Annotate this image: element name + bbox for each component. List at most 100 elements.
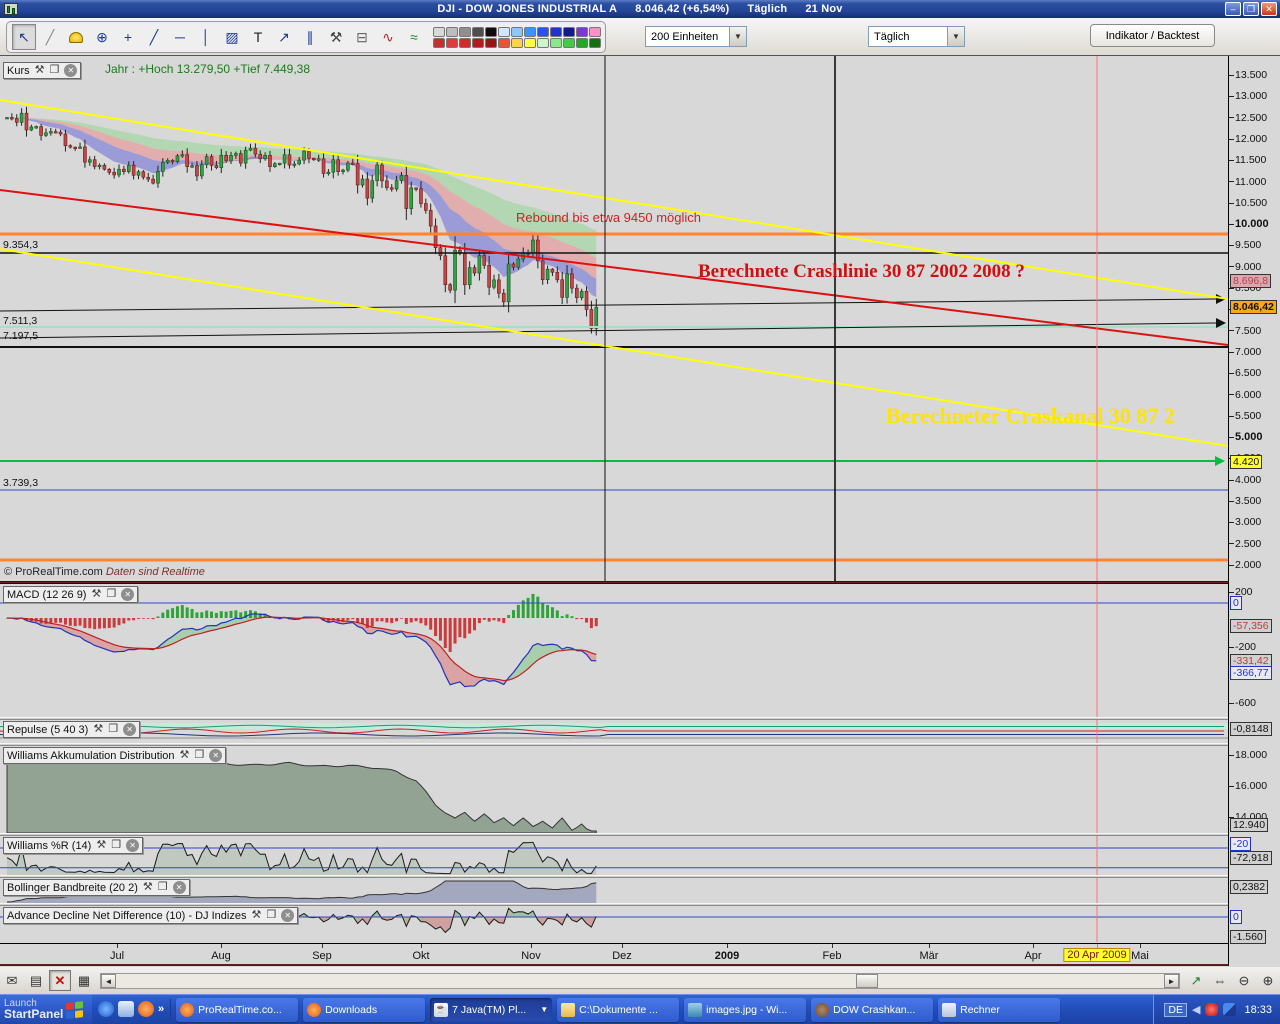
zoom-tool-icon[interactable]: ⊕ (90, 24, 114, 50)
macd-chart[interactable] (0, 584, 1228, 717)
color-swatch[interactable] (511, 27, 523, 37)
units-select[interactable]: 200 Einheiten ▼ (645, 26, 747, 47)
close-panel-icon[interactable]: ✕ (121, 588, 134, 601)
color-swatch[interactable] (459, 27, 471, 37)
wrench-icon[interactable]: ⚒ (93, 722, 103, 737)
color-swatch[interactable] (550, 27, 562, 37)
color-swatch[interactable] (433, 38, 445, 48)
windows-explorer-icon[interactable] (118, 1001, 134, 1017)
segment-tool-icon[interactable]: ─ (168, 24, 192, 50)
taskbar-button[interactable]: ☕7 Java(TM) Pl...▼ (430, 998, 552, 1022)
taskbar-button[interactable]: images.jpg - Wi... (684, 998, 806, 1022)
color-swatch[interactable] (472, 38, 484, 48)
period-select[interactable]: Täglich ▼ (868, 26, 965, 47)
zoom-fit-icon[interactable]: ⇔ (1209, 970, 1231, 991)
detach-window-icon[interactable]: ❐ (194, 748, 204, 763)
wrench-icon[interactable]: ⚒ (180, 748, 190, 763)
detach-window-icon[interactable]: ❐ (111, 838, 121, 853)
vertical-line-tool-icon[interactable]: │ (194, 24, 218, 50)
scroll-left-icon[interactable]: ◄ (101, 974, 116, 988)
color-swatch[interactable] (524, 38, 536, 48)
wrench-icon[interactable]: ⚒ (91, 587, 101, 602)
close-panel-icon[interactable]: ✕ (64, 64, 77, 77)
color-swatch[interactable] (589, 27, 601, 37)
close-panel-icon[interactable]: ✕ (126, 839, 139, 852)
repulse-chart[interactable] (0, 720, 1228, 743)
color-swatch[interactable] (446, 38, 458, 48)
detach-red-icon[interactable]: ✕ (49, 970, 71, 991)
color-swatch[interactable] (498, 27, 510, 37)
security-shield-icon[interactable] (1205, 1003, 1218, 1016)
tools-settings-icon[interactable]: ⚒ (324, 24, 348, 50)
color-swatch[interactable] (433, 27, 445, 37)
scrollbar-thumb[interactable] (856, 974, 878, 988)
scroll-right-icon[interactable]: ► (1164, 974, 1179, 988)
color-swatch[interactable] (498, 38, 510, 48)
new-window-icon[interactable]: ✉ (1, 970, 23, 991)
start-button[interactable]: LaunchStartPanel (0, 995, 92, 1024)
detach-window-icon[interactable]: ❐ (106, 587, 116, 602)
axis-setup-icon[interactable]: ↗ (1185, 970, 1207, 991)
internet-explorer-icon[interactable] (98, 1001, 114, 1017)
color-swatch[interactable] (576, 27, 588, 37)
taskbar-button[interactable]: ProRealTime.co... (176, 998, 298, 1022)
color-swatch[interactable] (589, 38, 601, 48)
parallel-lines-tool-icon[interactable]: ∥ (298, 24, 322, 50)
taskbar-button[interactable]: C:\Dokumente ... (557, 998, 679, 1022)
color-swatch[interactable] (576, 38, 588, 48)
point-tool-icon[interactable]: + (116, 24, 140, 50)
pointer-tool-icon[interactable]: ↖ (12, 24, 36, 50)
color-swatch[interactable] (459, 38, 471, 48)
color-swatch[interactable] (563, 38, 575, 48)
detach-window-icon[interactable]: ❐ (108, 722, 118, 737)
chevron-down-icon[interactable]: ▼ (947, 27, 964, 46)
close-panel-icon[interactable]: ✕ (209, 749, 222, 762)
detach-window-icon[interactable]: ❐ (50, 63, 60, 78)
windows-update-icon[interactable] (1223, 1003, 1236, 1016)
williams-r-chart[interactable] (0, 836, 1228, 875)
pattern-bearish-tool-icon[interactable]: ∿ (376, 24, 400, 50)
horizontal-scrollbar[interactable]: ◄ ► (100, 973, 1180, 989)
close-panel-icon[interactable]: ✕ (173, 881, 186, 894)
pattern-channel-tool-icon[interactable]: ≈ (402, 24, 426, 50)
color-swatch[interactable] (563, 27, 575, 37)
color-swatch[interactable] (550, 38, 562, 48)
close-panel-icon[interactable]: ✕ (281, 909, 294, 922)
chevron-down-icon[interactable]: ▼ (729, 27, 746, 46)
price-chart[interactable] (0, 56, 1228, 581)
overflow-chevron-icon[interactable]: » (158, 1003, 164, 1015)
fibonacci-tool-icon[interactable]: ▨ (220, 24, 244, 50)
price-scale[interactable]: 13.50013.00012.50012.00011.50011.00010.5… (1228, 56, 1280, 966)
zoom-in-icon[interactable]: ⊕ (1257, 970, 1279, 991)
color-swatch[interactable] (537, 27, 549, 37)
color-swatch[interactable] (485, 38, 497, 48)
wrench-icon[interactable]: ⚒ (143, 880, 153, 895)
taskbar-button[interactable]: DOW Crashkan... (811, 998, 933, 1022)
time-axis[interactable]: 20 Apr 2009 JulAugSepOktNovDez2009FebMär… (0, 943, 1280, 966)
wrench-icon[interactable]: ⚒ (96, 838, 106, 853)
wrench-icon[interactable]: ⚒ (35, 63, 45, 78)
print-icon[interactable]: ▤ (25, 970, 47, 991)
color-swatch[interactable] (524, 27, 536, 37)
color-swatch[interactable] (472, 27, 484, 37)
alarm-tool-icon[interactable] (64, 24, 88, 50)
back-arrow-icon[interactable]: ◀ (1192, 1003, 1200, 1016)
text-tool-icon[interactable]: T (246, 24, 270, 50)
color-swatch[interactable] (446, 27, 458, 37)
list-icon[interactable]: ▦ (73, 970, 95, 991)
chevron-down-icon[interactable]: ▼ (540, 1005, 548, 1014)
wrench-icon[interactable]: ⚒ (251, 908, 261, 923)
language-indicator[interactable]: DE (1164, 1003, 1187, 1017)
taskbar-button[interactable]: Downloads (303, 998, 425, 1022)
firefox-icon[interactable] (138, 1001, 154, 1017)
indicator-backtest-button[interactable]: Indikator / Backtest (1090, 24, 1215, 47)
color-swatch[interactable] (511, 38, 523, 48)
detach-window-icon[interactable]: ❐ (158, 880, 168, 895)
close-panel-icon[interactable]: ✕ (123, 723, 136, 736)
ruler-tool-icon[interactable]: ╱ (38, 24, 62, 50)
taskbar-button[interactable]: Rechner (938, 998, 1060, 1022)
trash-tool-icon[interactable]: ⊟ (350, 24, 374, 50)
trendline-tool-icon[interactable]: ╱ (142, 24, 166, 50)
color-swatch[interactable] (485, 27, 497, 37)
zoom-out-icon[interactable]: ⊖ (1233, 970, 1255, 991)
